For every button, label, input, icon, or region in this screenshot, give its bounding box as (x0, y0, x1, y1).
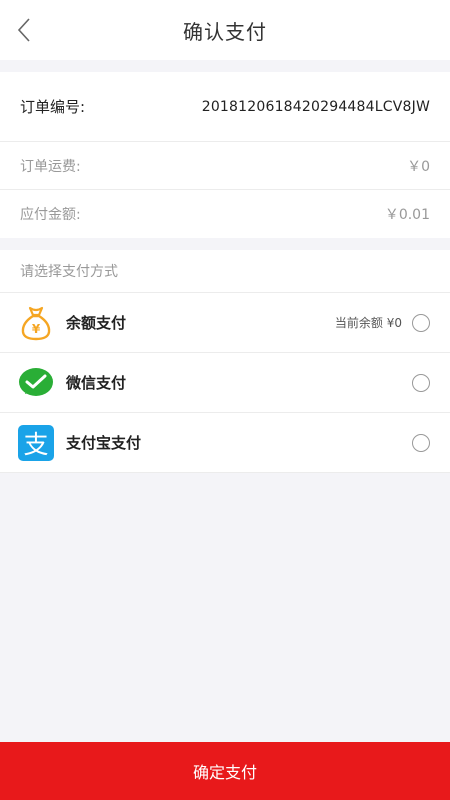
alipay-icon: 支 (18, 424, 54, 461)
shipping-fee-label: 订单运费: (20, 158, 81, 175)
payment-method-card: 请选择支付方式 ¥ 余额支付 当前余额 ¥0 微信支付 支 支付宝支付 (0, 250, 450, 473)
radio-alipay[interactable] (412, 433, 430, 452)
pay-option-label: 余额支付 (66, 314, 127, 332)
pay-option-wechat[interactable]: 微信支付 (0, 353, 450, 413)
wechat-icon (18, 365, 54, 401)
order-number-value: 201812061842029448​4LCV8JW (201, 98, 430, 115)
pay-option-balance[interactable]: ¥ 余额支付 当前余额 ¥0 (0, 293, 450, 353)
shipping-fee-value: ￥0 (407, 158, 430, 175)
amount-due-value: ￥0.01 (384, 207, 430, 223)
header-bar: 确认支付 (0, 0, 450, 60)
page-title: 确认支付 (183, 19, 267, 44)
svg-text:支: 支 (23, 430, 48, 459)
back-button[interactable] (8, 12, 40, 48)
shipping-fee-row: 订单运费: ￥0 (0, 142, 450, 190)
order-info-card: 订单编号: 201812061842029448​4LCV8JW 订单运费: ￥… (0, 72, 450, 238)
amount-due-row: 应付金额: ￥0.01 (0, 190, 450, 238)
pay-option-alipay[interactable]: 支 支付宝支付 (0, 413, 450, 473)
order-number-row: 订单编号: 201812061842029448​4LCV8JW (0, 72, 450, 142)
current-balance-text: 当前余额 ¥0 (334, 316, 402, 330)
radio-balance[interactable] (412, 313, 430, 332)
payment-prompt: 请选择支付方式 (0, 250, 450, 293)
chevron-left-icon (17, 18, 30, 42)
pay-option-label: 支付宝支付 (66, 434, 142, 452)
radio-wechat[interactable] (412, 373, 430, 392)
confirm-pay-button[interactable]: 确定支付 (0, 742, 450, 800)
svg-text:¥: ¥ (32, 322, 41, 336)
pay-option-label: 微信支付 (66, 374, 127, 392)
amount-due-label: 应付金额: (20, 207, 81, 223)
order-number-label: 订单编号: (20, 98, 86, 116)
money-bag-icon: ¥ (18, 305, 54, 341)
